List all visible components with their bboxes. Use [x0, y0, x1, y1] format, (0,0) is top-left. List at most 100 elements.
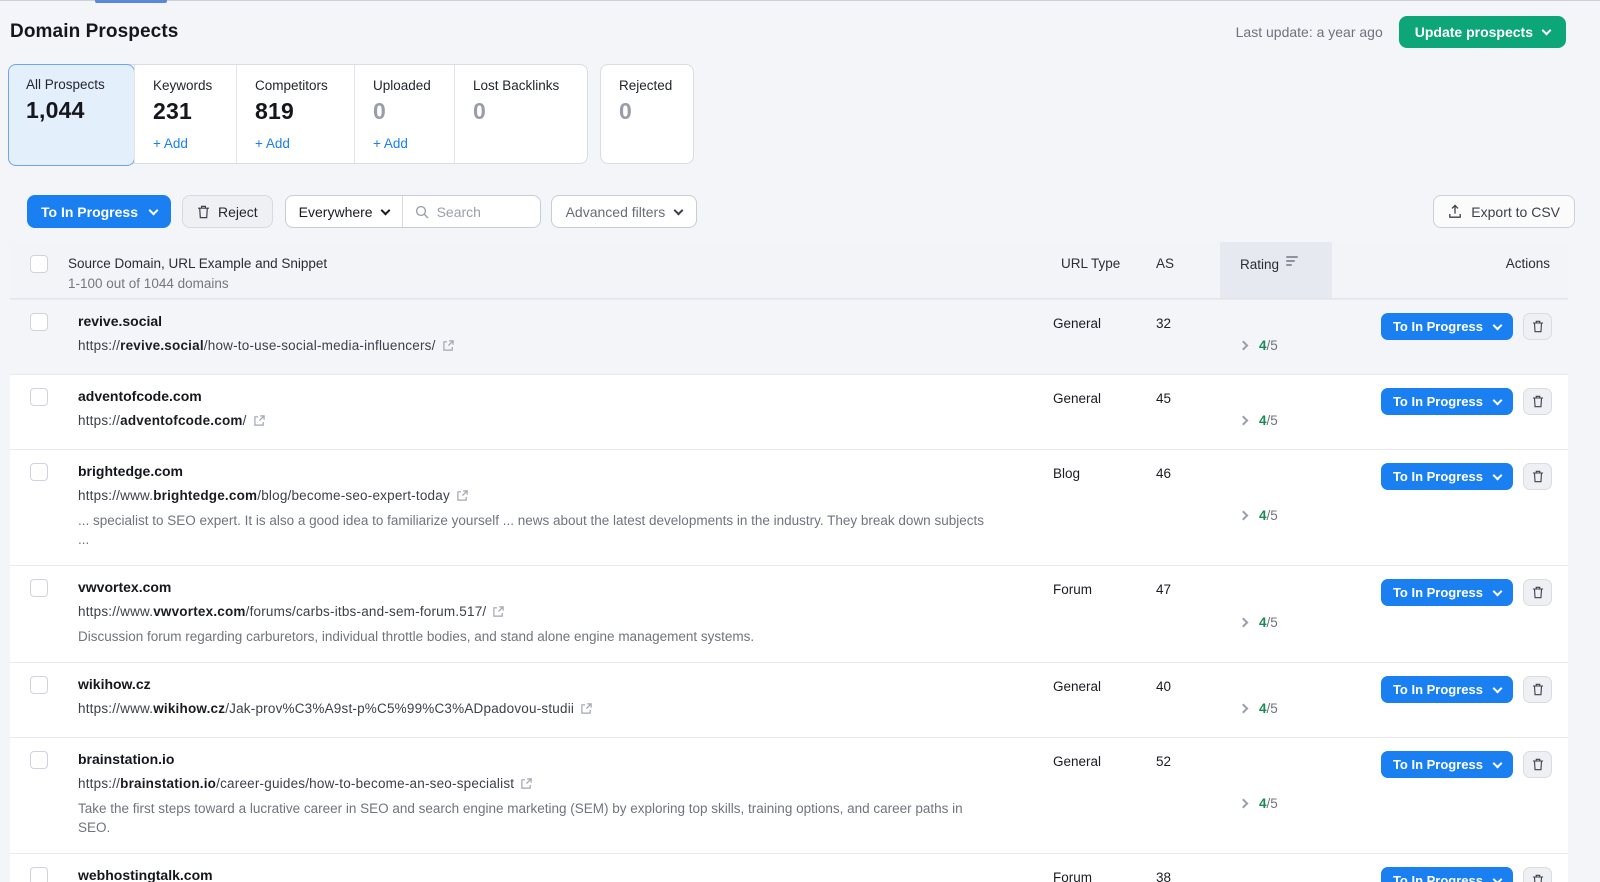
- search-input[interactable]: [437, 204, 537, 220]
- rating-value: 4: [1259, 508, 1267, 523]
- rating-value: 4: [1259, 338, 1267, 353]
- row-status-label: To In Progress: [1393, 585, 1483, 600]
- row-status-label: To In Progress: [1393, 757, 1483, 772]
- row-checkbox[interactable]: [30, 388, 48, 406]
- table-row: webhostingtalk.com Forum 38 4/5 To In Pr…: [10, 853, 1568, 882]
- url-path: /how-to-use-social-media-influencers/: [204, 338, 436, 353]
- chevron-down-icon: [380, 205, 390, 215]
- chevron-down-icon: [1493, 586, 1503, 596]
- tab-all-prospects[interactable]: All Prospects 1,044: [8, 64, 135, 166]
- row-rating: 4/5: [1230, 566, 1358, 662]
- row-status-label: To In Progress: [1393, 682, 1483, 697]
- row-checkbox[interactable]: [30, 676, 48, 694]
- update-prospects-button[interactable]: Update prospects: [1399, 16, 1566, 48]
- row-checkbox[interactable]: [30, 463, 48, 481]
- table-row: vwvortex.com https://www.vwvortex.com/fo…: [10, 565, 1568, 662]
- bulk-action-button[interactable]: To In Progress: [27, 195, 171, 228]
- chevron-down-icon: [674, 205, 684, 215]
- external-link-icon[interactable]: [580, 702, 593, 715]
- search-scope-label: Everywhere: [299, 204, 373, 220]
- external-link-icon[interactable]: [456, 489, 469, 502]
- row-url: https://www.vwvortex.com/forums/carbs-it…: [78, 604, 993, 619]
- header-as[interactable]: AS: [1148, 242, 1230, 298]
- table-row: brainstation.io https://brainstation.io/…: [10, 737, 1568, 853]
- row-checkbox[interactable]: [30, 579, 48, 597]
- row-status-button[interactable]: To In Progress: [1381, 751, 1513, 778]
- row-as: 47: [1148, 566, 1230, 662]
- row-delete-button[interactable]: [1523, 463, 1552, 490]
- page-header-right: Last update: a year ago Update prospects: [1236, 16, 1566, 48]
- row-domain: webhostingtalk.com: [78, 867, 993, 882]
- tab-keywords[interactable]: Keywords 231 + Add: [134, 65, 236, 163]
- row-checkbox[interactable]: [30, 751, 48, 769]
- row-url-type: Forum: [1053, 854, 1148, 882]
- tab-competitors[interactable]: Competitors 819 + Add: [236, 65, 354, 163]
- row-delete-button[interactable]: [1523, 676, 1552, 703]
- tab-lost-backlinks[interactable]: Lost Backlinks 0: [454, 65, 587, 163]
- add-keywords-link[interactable]: + Add: [153, 136, 188, 151]
- sort-descending-icon[interactable]: [1286, 256, 1298, 268]
- row-domain: brainstation.io: [78, 751, 993, 767]
- row-url: https://revive.social/how-to-use-social-…: [78, 338, 993, 353]
- trash-icon: [1532, 320, 1544, 333]
- row-status-button[interactable]: To In Progress: [1381, 388, 1513, 415]
- chevron-down-icon: [149, 205, 159, 215]
- add-uploaded-link[interactable]: + Add: [373, 136, 408, 151]
- row-delete-button[interactable]: [1523, 867, 1552, 882]
- url-path: /career-guides/how-to-become-an-seo-spec…: [216, 776, 514, 791]
- row-delete-button[interactable]: [1523, 313, 1552, 340]
- external-link-icon[interactable]: [520, 777, 533, 790]
- external-link-icon[interactable]: [442, 339, 455, 352]
- export-csv-button[interactable]: Export to CSV: [1433, 195, 1575, 228]
- page-header: Domain Prospects Last update: a year ago…: [0, 0, 1600, 48]
- row-delete-button[interactable]: [1523, 388, 1552, 415]
- rating-max: /5: [1267, 701, 1278, 716]
- tab-label: All Prospects: [26, 77, 135, 92]
- search-scope-dropdown[interactable]: Everywhere: [286, 196, 403, 227]
- search-icon: [415, 205, 429, 219]
- expand-rating-icon[interactable]: [1239, 617, 1249, 627]
- row-status-button[interactable]: To In Progress: [1381, 676, 1513, 703]
- header-rating[interactable]: Rating: [1230, 242, 1358, 298]
- pagination-summary: 1-100 out of 1044 domains: [68, 276, 1053, 291]
- row-status-button[interactable]: To In Progress: [1381, 463, 1513, 490]
- external-link-icon[interactable]: [492, 605, 505, 618]
- tab-count: 231: [153, 98, 236, 125]
- row-checkbox[interactable]: [30, 313, 48, 331]
- header-url-type[interactable]: URL Type: [1053, 242, 1148, 298]
- row-status-button[interactable]: To In Progress: [1381, 313, 1513, 340]
- external-link-icon[interactable]: [253, 414, 266, 427]
- row-snippet: Discussion forum regarding carburetors, …: [78, 627, 993, 646]
- tab-rejected[interactable]: Rejected 0: [600, 64, 694, 164]
- domain-prospects-page: Domain Prospects Last update: a year ago…: [0, 0, 1600, 882]
- row-snippet-ellipsis: ...: [78, 530, 993, 549]
- tab-uploaded[interactable]: Uploaded 0 + Add: [354, 65, 454, 163]
- rating-value: 4: [1259, 701, 1267, 716]
- add-competitors-link[interactable]: + Add: [255, 136, 290, 151]
- expand-rating-icon[interactable]: [1239, 799, 1249, 809]
- row-status-label: To In Progress: [1393, 394, 1483, 409]
- expand-rating-icon[interactable]: [1239, 511, 1249, 521]
- expand-rating-icon[interactable]: [1239, 340, 1249, 350]
- row-url-type: General: [1053, 738, 1148, 853]
- row-delete-button[interactable]: [1523, 751, 1552, 778]
- row-status-button[interactable]: To In Progress: [1381, 867, 1513, 882]
- reject-button[interactable]: Reject: [182, 195, 273, 228]
- row-checkbox[interactable]: [30, 867, 48, 882]
- header-actions: Actions: [1358, 242, 1568, 298]
- advanced-filters-button[interactable]: Advanced filters: [551, 195, 698, 228]
- expand-rating-icon[interactable]: [1239, 703, 1249, 713]
- row-delete-button[interactable]: [1523, 579, 1552, 606]
- tab-count: 0: [619, 98, 693, 125]
- trash-icon: [1532, 683, 1544, 696]
- row-as: 38: [1148, 854, 1230, 882]
- chevron-down-icon: [1493, 395, 1503, 405]
- tab-label: Uploaded: [373, 78, 454, 93]
- tab-label: Rejected: [619, 78, 693, 93]
- url-domain: adventofcode.com: [120, 413, 242, 428]
- row-status-button[interactable]: To In Progress: [1381, 579, 1513, 606]
- row-domain: wikihow.cz: [78, 676, 993, 692]
- expand-rating-icon[interactable]: [1239, 415, 1249, 425]
- select-all-checkbox[interactable]: [30, 255, 48, 273]
- tab-label: Lost Backlinks: [473, 78, 587, 93]
